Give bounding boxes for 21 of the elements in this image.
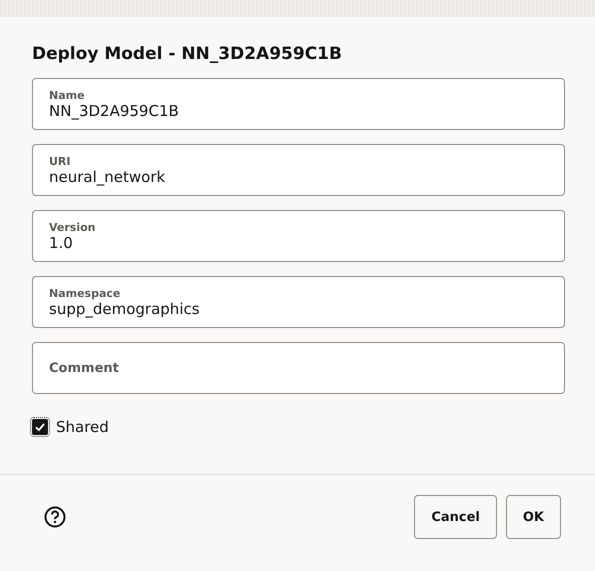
field-label: Name xyxy=(49,88,85,102)
input-field[interactable]: NN_3D2A959C1B xyxy=(49,102,548,120)
field-label: Namespace xyxy=(49,286,120,300)
input-field[interactable]: neural_network xyxy=(49,168,548,186)
text-field[interactable]: Name NN_3D2A959C1B xyxy=(32,78,565,130)
help-icon[interactable] xyxy=(44,506,66,528)
field-label: Comment xyxy=(49,360,119,376)
field-label: URI xyxy=(49,154,70,168)
checkbox[interactable] xyxy=(32,419,48,435)
field-label: Version xyxy=(49,220,96,234)
input-field[interactable]: 1.0 xyxy=(49,234,548,252)
ok-button[interactable]: OK xyxy=(506,495,561,539)
checkmark-icon xyxy=(34,421,46,433)
input-field[interactable]: supp_demographics xyxy=(49,300,548,318)
checkbox-label: Shared xyxy=(56,418,109,436)
dialog-title: Deploy Model - NN_3D2A959C1B xyxy=(32,43,343,65)
text-field[interactable]: Comment xyxy=(32,342,565,394)
text-field[interactable]: URI neural_network xyxy=(32,144,565,196)
text-field[interactable]: Namespace supp_demographics xyxy=(32,276,565,328)
cancel-button[interactable]: Cancel xyxy=(414,495,497,539)
text-field[interactable]: Version 1.0 xyxy=(32,210,565,262)
